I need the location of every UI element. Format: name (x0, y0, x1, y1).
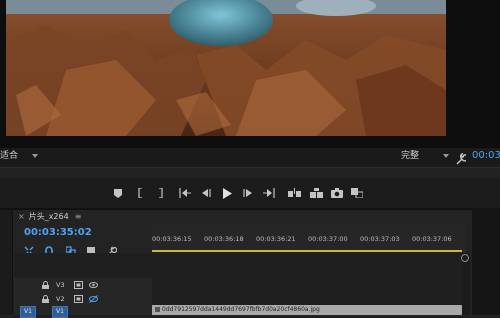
fit-dropdown-value: 适合 (0, 151, 19, 161)
track-header-v2[interactable]: V2 (14, 292, 152, 307)
lock-icon[interactable] (41, 281, 50, 289)
export-frame-button[interactable] (330, 186, 344, 200)
lift-button[interactable] (287, 186, 301, 200)
timeline-clip[interactable]: 0dd7912597dda1449dd7697fbfb7d0a20cf4860a… (152, 305, 462, 315)
chevron-down-icon (443, 153, 450, 158)
work-area-bar[interactable] (152, 250, 462, 252)
comparison-view-button[interactable] (350, 186, 364, 200)
step-forward-icon (243, 189, 252, 197)
ruler-tick-label: 00:03:37:06 (412, 235, 452, 243)
step-back-button[interactable] (199, 186, 213, 200)
quality-dropdown[interactable]: 完整 (401, 150, 450, 163)
tools-strip (0, 210, 13, 315)
close-icon[interactable]: × (18, 212, 25, 221)
track-target-label: V1 (56, 308, 64, 315)
chevron-down-icon (32, 153, 39, 158)
camera-icon (331, 188, 343, 198)
menu-icon[interactable]: ≡ (75, 212, 82, 221)
eye-hidden-icon[interactable] (89, 295, 98, 303)
lift-icon (287, 188, 301, 197)
extract-icon (309, 188, 323, 198)
source-patch-label: V1 (24, 308, 32, 315)
tab-sequence[interactable]: × 片头_x264 ≡ (18, 211, 81, 223)
step-back-icon (202, 189, 211, 197)
video-preview (6, 0, 446, 136)
track-label-v2: V2 (56, 295, 65, 303)
audio-meters-panel (472, 208, 500, 315)
step-forward-button[interactable] (241, 186, 255, 200)
play-icon (223, 187, 232, 199)
extract-button[interactable] (309, 186, 323, 200)
add-marker-icon[interactable] (87, 241, 97, 256)
lock-icon[interactable] (41, 295, 50, 303)
add-marker-button[interactable] (111, 186, 125, 200)
snap-icon[interactable] (44, 241, 54, 255)
sequence-tab-label: 片头_x264 (28, 212, 69, 221)
ruler-tick-label: 00:03:37:03 (360, 235, 400, 243)
go-to-out-icon (263, 188, 275, 198)
eye-icon[interactable] (89, 281, 98, 289)
go-to-in-button[interactable] (178, 186, 192, 200)
track-label-v3: V3 (56, 281, 65, 289)
vertical-scrollbar[interactable] (462, 253, 470, 315)
linked-selection-icon[interactable] (65, 241, 76, 256)
ruler-tick-label: 00:03:37:00 (308, 235, 348, 243)
nest-toggle-icon[interactable] (24, 241, 34, 256)
play-button[interactable] (220, 186, 234, 200)
mark-out-icon (159, 188, 163, 198)
ruler-tick-label: 00:03:36:21 (256, 235, 296, 243)
go-to-in-icon (179, 188, 191, 198)
comparison-icon (351, 188, 363, 198)
sequence-timecode[interactable]: 00:03:35:02 (24, 227, 92, 238)
quality-dropdown-value: 完整 (401, 151, 420, 161)
go-to-out-button[interactable] (262, 186, 276, 200)
ruler-tick-label: 00:03:36:15 (152, 235, 192, 243)
mark-out-button[interactable] (154, 186, 168, 200)
mark-in-button[interactable] (133, 186, 147, 200)
mark-in-icon (138, 188, 142, 198)
track-target-v1[interactable]: V1 (52, 306, 68, 318)
marker-icon (114, 188, 122, 198)
wrench-icon[interactable] (456, 150, 469, 165)
sync-lock-icon[interactable] (74, 295, 83, 303)
timeline-settings-icon[interactable] (107, 241, 118, 256)
scroll-handle[interactable] (461, 254, 469, 262)
track-header-v3[interactable]: V3 (14, 278, 152, 293)
transport-controls (0, 178, 500, 208)
fit-dropdown[interactable]: 适合 (0, 150, 39, 163)
fx-badge-icon (155, 307, 160, 312)
source-patch-v1[interactable]: V1 (20, 306, 36, 318)
monitor-timecode[interactable]: 00:03:4 (472, 150, 500, 161)
sync-lock-icon[interactable] (74, 281, 83, 289)
time-ruler[interactable]: 00:03:36:15 00:03:36:18 00:03:36:21 00:0… (152, 224, 466, 252)
clip-filename: 0dd7912597dda1449dd7697fbfb7d0a20cf4860a… (162, 306, 320, 313)
ruler-tick-label: 00:03:36:18 (204, 235, 244, 243)
